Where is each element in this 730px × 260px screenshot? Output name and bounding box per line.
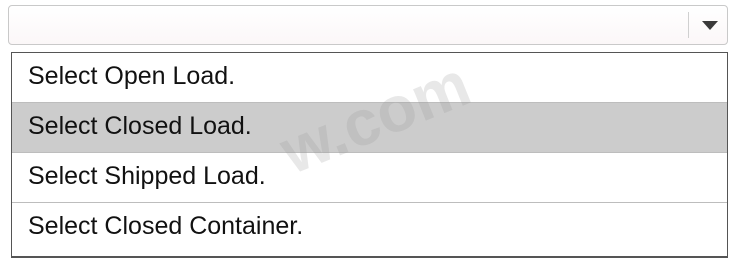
dropdown-list: Select Open Load. Select Closed Load. Se… xyxy=(11,52,728,258)
load-select-combobox[interactable] xyxy=(8,5,728,45)
option-closed-container[interactable]: Select Closed Container. xyxy=(12,203,727,253)
option-label: Select Closed Load. xyxy=(28,112,252,140)
option-open-load[interactable]: Select Open Load. xyxy=(12,53,727,103)
option-shipped-load[interactable]: Select Shipped Load. xyxy=(12,153,727,203)
option-closed-load[interactable]: Select Closed Load. xyxy=(12,103,727,153)
option-label: Select Shipped Load. xyxy=(28,162,266,190)
option-label: Select Open Load. xyxy=(28,62,236,90)
caret-down-icon[interactable] xyxy=(702,21,718,30)
combo-divider xyxy=(688,12,689,38)
option-label: Select Closed Container. xyxy=(28,212,304,240)
page: Select Open Load. Select Closed Load. Se… xyxy=(0,0,730,260)
